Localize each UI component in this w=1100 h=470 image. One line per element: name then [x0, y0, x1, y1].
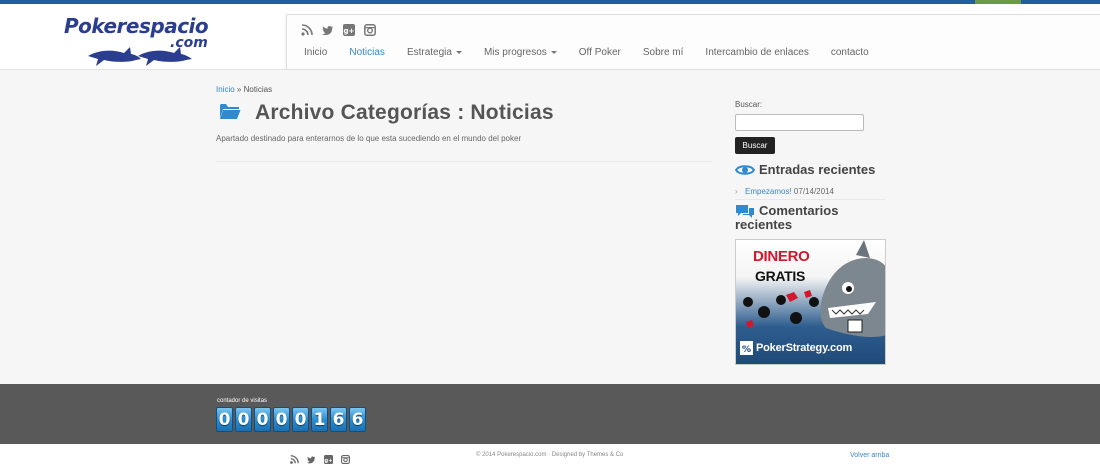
counter-digit: 1 [311, 407, 328, 432]
footer-bar: g+ © 2014 Pokerespacio.com · Designed by… [0, 444, 1100, 470]
google-plus-icon[interactable]: g+ [343, 23, 355, 36]
recent-post-link[interactable]: Empezamos! [745, 187, 792, 196]
recent-comments-title-line2: recientes [735, 218, 792, 232]
search-button[interactable]: Buscar [735, 137, 775, 154]
nav-item-mis-progresos[interactable]: Mis progresos [473, 47, 568, 58]
caret-down-icon [455, 50, 462, 54]
nav-item-label: Sobre mí [642, 47, 684, 58]
list-item: › Empezamos! 07/14/2014 [735, 187, 834, 196]
counter-digit: 0 [235, 407, 252, 432]
nav-item-estrategia[interactable]: Estrategia [396, 47, 473, 58]
nav-item-label: Intercambio de enlaces [705, 47, 809, 58]
counter-digit: 0 [254, 407, 271, 432]
content-divider [216, 161, 712, 162]
nav-item-noticias[interactable]: Noticias [338, 47, 396, 58]
bullet-icon: › [735, 187, 738, 196]
svg-text:g+: g+ [324, 458, 332, 464]
visit-counter: 0 0 0 0 0 1 6 6 [216, 407, 366, 432]
back-to-top-link[interactable]: Volver arriba [850, 452, 889, 459]
main-content: Inicio » Noticias Archivo Categorías : N… [0, 70, 1100, 378]
counter-digit: 0 [273, 407, 290, 432]
nav-item-off-poker[interactable]: Off Poker [568, 47, 632, 58]
nav-item-inicio[interactable]: Inicio [293, 47, 338, 58]
search-input[interactable] [735, 114, 864, 131]
counter-digit: 6 [330, 407, 347, 432]
recent-post-date: 07/14/2014 [793, 187, 834, 196]
instagram-icon[interactable] [364, 23, 376, 36]
copyright-text: © 2014 Pokerespacio.com · Designed by Th… [476, 452, 624, 458]
recent-divider [735, 199, 885, 200]
caret-down-icon [550, 50, 557, 54]
breadcrumb-home-link[interactable]: Inicio [216, 85, 235, 94]
folder-open-icon [219, 102, 241, 125]
nav-panel: g+ Inicio Noticias Estrategia Mis progre… [286, 14, 1100, 70]
nav-item-label: contacto [830, 47, 869, 58]
site-logo[interactable]: Pokerespacio .com [62, 14, 209, 66]
shark-logo-icon [88, 47, 192, 66]
twitter-icon[interactable] [322, 23, 334, 36]
visit-counter-label: contador de visitas [217, 398, 268, 404]
sidebar: Buscar: Buscar Entradas recientes › Empe… [734, 100, 895, 365]
google-plus-icon[interactable]: g+ [324, 451, 333, 464]
eye-icon [734, 163, 756, 180]
svg-text:%: % [742, 345, 751, 355]
page-title: Archivo Categorías : Noticias [255, 101, 554, 124]
pokerstrategy-banner[interactable]: DINERO GRATIS % PokerStrategy.com [735, 239, 886, 365]
svg-text:g+: g+ [344, 27, 355, 35]
page-title-row: Archivo Categorías : Noticias [219, 101, 554, 125]
rss-icon[interactable] [301, 23, 313, 36]
main-nav: Inicio Noticias Estrategia Mis progresos… [293, 47, 880, 58]
counter-digit: 6 [349, 407, 366, 432]
breadcrumb: Inicio » Noticias [216, 85, 272, 94]
nav-item-sobre-mi[interactable]: Sobre mí [632, 47, 695, 58]
heading-line: recientes [735, 217, 793, 232]
recent-posts-title: Entradas recientes [734, 162, 876, 180]
site-header: Pokerespacio .com g+ Inicio Noticias Est… [0, 4, 1100, 70]
recent-posts-heading: Entradas recientes [759, 162, 876, 177]
heading-line: Comentarios [759, 203, 839, 218]
counter-digit: 0 [292, 407, 309, 432]
footer-widgets: contador de visitas 0 0 0 0 0 1 6 6 [0, 384, 1100, 444]
breadcrumb-separator: » [236, 85, 242, 94]
nav-item-label: Mis progresos [483, 47, 547, 58]
nav-item-intercambio[interactable]: Intercambio de enlaces [694, 47, 819, 58]
nav-item-label: Inicio [304, 47, 328, 58]
rss-icon[interactable] [290, 451, 299, 464]
social-links: g+ [301, 23, 376, 36]
nav-item-label: Noticias [349, 47, 385, 58]
nav-item-label: Estrategia [406, 47, 452, 58]
breadcrumb-current: Noticias [243, 85, 273, 94]
recent-comments-heading: Comentarios [759, 204, 838, 218]
category-description: Apartado destinado para enterarnos de lo… [216, 134, 522, 143]
search-label: Buscar: [735, 100, 763, 109]
banner-brand: PokerStrategy.com [756, 342, 853, 354]
nav-item-label: Off Poker [578, 47, 621, 58]
footer-social-links: g+ [290, 451, 350, 464]
instagram-icon[interactable] [341, 451, 350, 464]
nav-item-contacto[interactable]: contacto [820, 47, 880, 58]
counter-digit: 0 [216, 407, 233, 432]
twitter-icon[interactable] [307, 451, 316, 464]
